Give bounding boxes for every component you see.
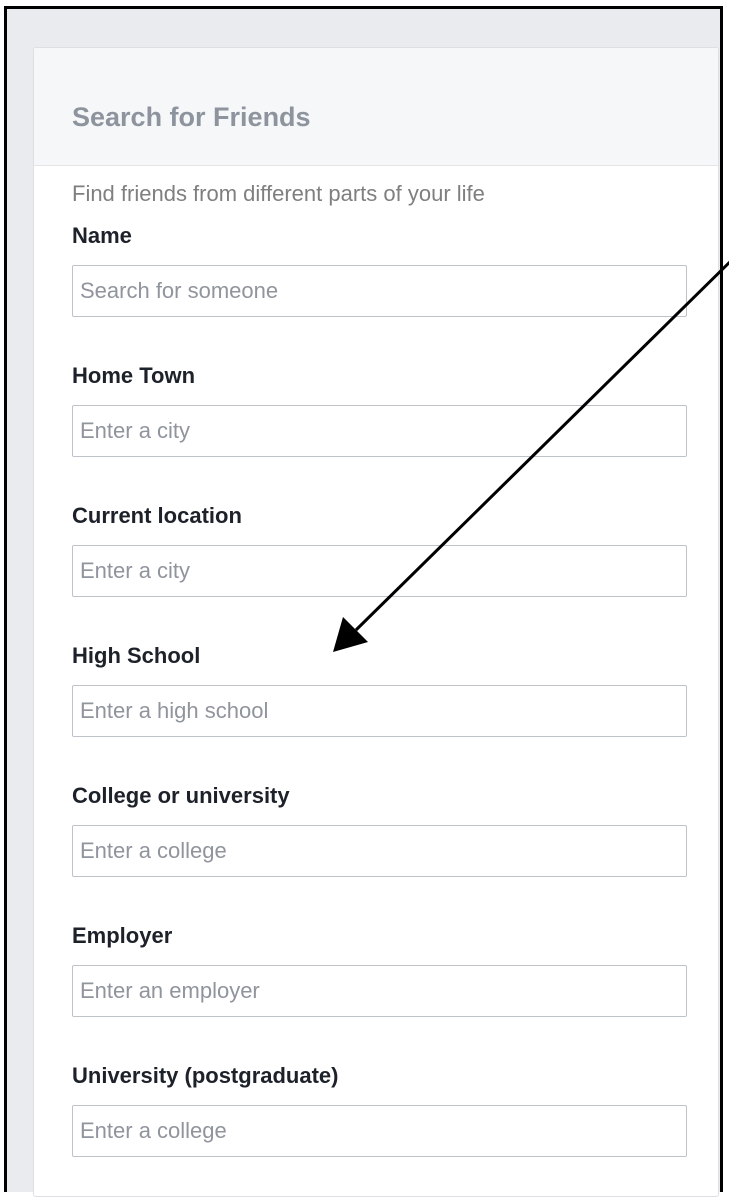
postgraduate-label: University (postgraduate): [72, 1063, 339, 1088]
search-friends-panel: Search for Friends Find friends from dif…: [33, 47, 719, 1197]
postgraduate-input[interactable]: [72, 1105, 687, 1157]
high-school-field-group: High School: [72, 645, 718, 737]
home-town-input[interactable]: [72, 405, 687, 457]
panel-title: Search for Friends: [72, 102, 311, 132]
panel-body: Find friends from different parts of you…: [34, 166, 718, 1157]
college-input[interactable]: [72, 825, 687, 877]
name-search-input[interactable]: [72, 265, 687, 317]
employer-label: Employer: [72, 923, 173, 948]
high-school-label: High School: [72, 643, 201, 668]
panel-subtitle: Find friends from different parts of you…: [72, 181, 485, 206]
panel-header: Search for Friends: [34, 48, 718, 166]
college-field-group: College or university: [72, 785, 718, 877]
employer-input[interactable]: [72, 965, 687, 1017]
name-label: Name: [72, 223, 132, 248]
postgraduate-field-group: University (postgraduate): [72, 1065, 718, 1157]
current-location-field-group: Current location: [72, 505, 718, 597]
college-label: College or university: [72, 783, 290, 808]
name-field-group: Name: [72, 225, 718, 317]
screenshot-frame: Search for Friends Find friends from dif…: [4, 6, 723, 1197]
employer-field-group: Employer: [72, 925, 718, 1017]
home-town-field-group: Home Town: [72, 365, 718, 457]
current-location-label: Current location: [72, 503, 242, 528]
home-town-label: Home Town: [72, 363, 196, 388]
high-school-input[interactable]: [72, 685, 687, 737]
current-location-input[interactable]: [72, 545, 687, 597]
